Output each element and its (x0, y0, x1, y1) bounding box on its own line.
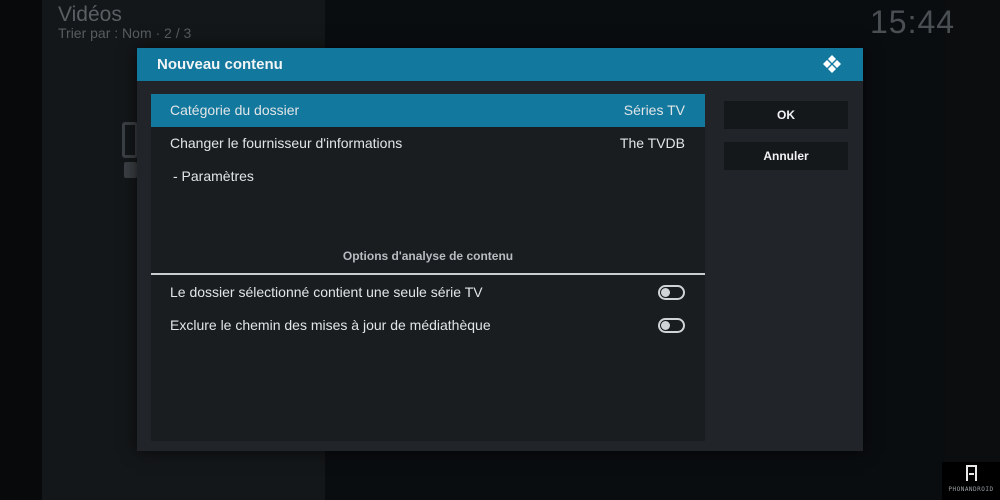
watermark-logo: PHONANDROID (942, 462, 1000, 500)
row-single-series-toggle[interactable]: Le dossier sélectionné contient une seul… (151, 276, 705, 309)
row-value: Séries TV (623, 102, 685, 118)
kodi-logo-icon (823, 55, 841, 73)
row-info-provider[interactable]: Changer le fournisseur d'informations Th… (151, 127, 705, 160)
toggle-switch[interactable] (658, 318, 685, 333)
row-label: Catégorie du dossier (170, 102, 300, 118)
settings-list: Catégorie du dossier Séries TV Changer l… (151, 94, 705, 441)
row-exclude-path-toggle[interactable]: Exclure le chemin des mises à jour de mé… (151, 309, 705, 342)
row-value: The TVDB (619, 135, 685, 151)
watermark-text: PHONANDROID (948, 486, 994, 493)
new-content-dialog: Nouveau contenu Catégorie du dossier Sér… (137, 48, 863, 451)
watermark-glyph-bar (969, 473, 974, 475)
row-label: Changer le fournisseur d'informations (170, 135, 403, 151)
dialog-header: Nouveau contenu (137, 48, 863, 81)
background-left-strip (0, 0, 42, 500)
toggle-switch[interactable] (658, 285, 685, 300)
clock: 15:44 (870, 4, 956, 40)
toggle-knob (661, 288, 670, 297)
row-label: Le dossier sélectionné contient une seul… (170, 284, 483, 300)
row-label: Exclure le chemin des mises à jour de mé… (170, 317, 491, 333)
section-heading: Options d'analyse de contenu (342, 249, 514, 263)
ok-button[interactable]: OK (724, 101, 848, 129)
cancel-button[interactable]: Annuler (724, 142, 848, 170)
dialog-title: Nouveau contenu (157, 56, 283, 73)
sort-info: Trier par : Nom · 2 / 3 (58, 25, 192, 41)
row-label: - Paramètres (173, 168, 254, 184)
page-title: Vidéos (58, 3, 122, 26)
tv-stand-icon (124, 162, 137, 178)
tv-icon (122, 122, 138, 158)
row-folder-category[interactable]: Catégorie du dossier Séries TV (151, 94, 705, 127)
section-divider (151, 273, 705, 275)
row-settings[interactable]: - Paramètres (151, 160, 705, 193)
toggle-knob (661, 321, 670, 330)
